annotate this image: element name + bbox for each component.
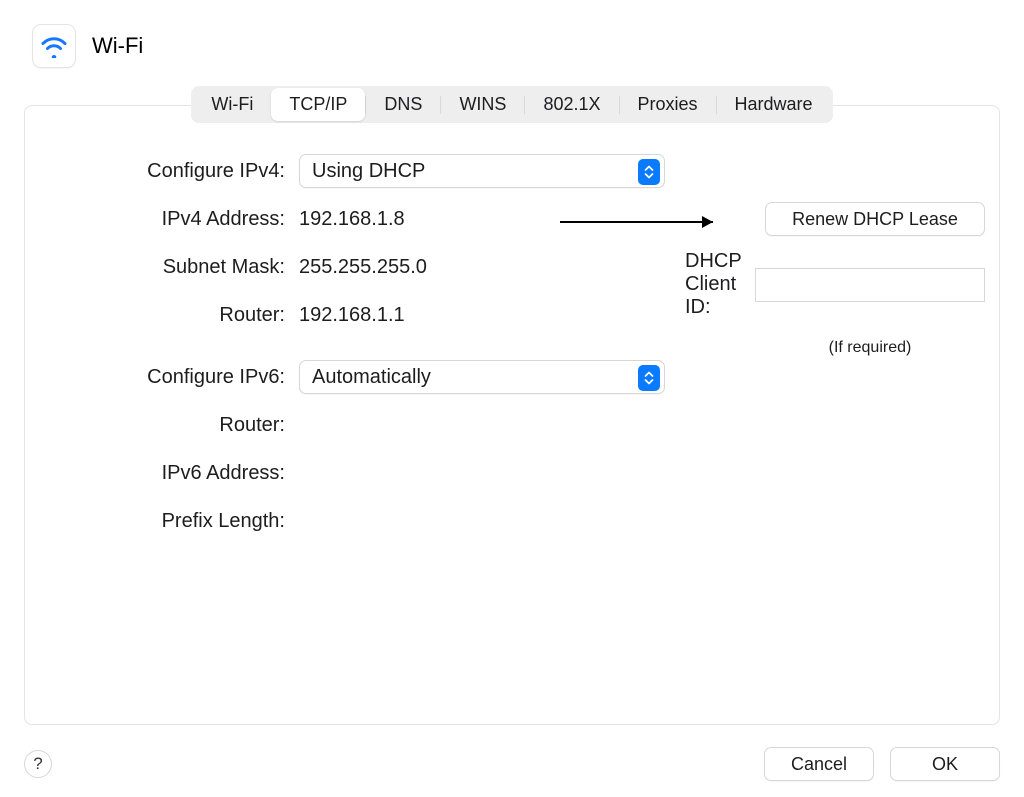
tab-wins[interactable]: WINS xyxy=(441,88,524,121)
tab-8021x[interactable]: 802.1X xyxy=(525,88,618,121)
select-arrows-icon xyxy=(638,159,660,185)
tab-wifi[interactable]: Wi-Fi xyxy=(193,88,271,121)
subnet-mask-value: 255.255.255.0 xyxy=(299,256,427,279)
dhcp-client-id-label: DHCP Client ID: xyxy=(685,250,743,319)
renew-dhcp-lease-button[interactable]: Renew DHCP Lease xyxy=(765,202,985,236)
configure-ipv6-select[interactable]: Automatically xyxy=(299,360,665,394)
configure-ipv6-label: Configure IPv6: xyxy=(39,366,299,389)
router-ipv6-label: Router: xyxy=(39,414,299,437)
cancel-button[interactable]: Cancel xyxy=(764,747,874,781)
tab-dns[interactable]: DNS xyxy=(366,88,440,121)
ipv4-address-value: 192.168.1.8 xyxy=(299,208,405,231)
dhcp-client-id-input[interactable] xyxy=(755,268,985,302)
ok-button[interactable]: OK xyxy=(890,747,1000,781)
segmented-control: Wi-Fi TCP/IP DNS WINS 802.1X Proxies Har… xyxy=(191,86,832,123)
help-button[interactable]: ? xyxy=(24,750,52,778)
dhcp-client-id-hint: (If required) xyxy=(755,339,985,357)
window-header: Wi-Fi xyxy=(0,0,1024,86)
right-column: Renew DHCP Lease DHCP Client ID: (If req… xyxy=(665,154,985,552)
subnet-mask-label: Subnet Mask: xyxy=(39,256,299,279)
configure-ipv4-select[interactable]: Using DHCP xyxy=(299,154,665,188)
router-ipv4-label: Router: xyxy=(39,304,299,327)
configure-ipv4-label: Configure IPv4: xyxy=(39,160,299,183)
dialog-footer: ? Cancel OK xyxy=(24,747,1000,781)
left-column: Configure IPv4: Using DHCP IPv4 Address:… xyxy=(39,154,665,552)
router-ipv4-value: 192.168.1.1 xyxy=(299,304,405,327)
page-title: Wi-Fi xyxy=(92,33,143,59)
prefix-length-label: Prefix Length: xyxy=(39,510,299,533)
tab-tcpip[interactable]: TCP/IP xyxy=(271,88,365,121)
wifi-icon xyxy=(32,24,76,68)
ipv4-address-label: IPv4 Address: xyxy=(39,208,299,231)
select-arrows-icon xyxy=(638,365,660,391)
tabs-bar: Wi-Fi TCP/IP DNS WINS 802.1X Proxies Har… xyxy=(0,86,1024,123)
settings-panel: Configure IPv4: Using DHCP IPv4 Address:… xyxy=(24,105,1000,725)
tab-hardware[interactable]: Hardware xyxy=(717,88,831,121)
ipv6-address-label: IPv6 Address: xyxy=(39,462,299,485)
configure-ipv4-value: Using DHCP xyxy=(312,160,425,183)
configure-ipv6-value: Automatically xyxy=(312,366,431,389)
tab-proxies[interactable]: Proxies xyxy=(620,88,716,121)
